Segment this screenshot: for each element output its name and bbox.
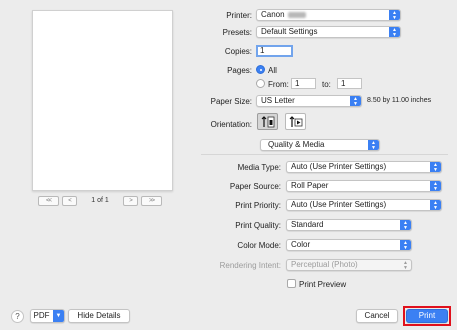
up-down-chevron-icon: ▲ ▼ — [403, 260, 408, 271]
rendering-intent-label: Rendering Intent: — [219, 261, 281, 270]
up-down-chevron-icon: ▲ ▼ — [368, 140, 379, 150]
section-divider — [201, 154, 448, 155]
hide-details-button[interactable]: Hide Details — [68, 309, 130, 323]
print-button[interactable]: Print — [406, 309, 448, 323]
section-popup[interactable]: Quality & Media ▲ ▼ — [260, 139, 380, 151]
up-down-chevron-icon: ▲ ▼ — [400, 220, 411, 230]
pages-from-label: From: — [268, 80, 289, 89]
media-type-popup[interactable]: Auto (Use Printer Settings) ▲ ▼ — [286, 161, 442, 173]
printer-model-redacted — [287, 11, 306, 18]
up-down-chevron-icon: ▲ ▼ — [430, 200, 441, 210]
paper-size-label: Paper Size: — [210, 97, 252, 106]
next-page-button[interactable]: > — [123, 195, 138, 206]
printer-popup[interactable]: Canon ▲ ▼ — [256, 9, 401, 21]
copies-field[interactable]: 1 — [256, 45, 293, 57]
print-priority-popup[interactable]: Auto (Use Printer Settings) ▲ ▼ — [286, 199, 442, 211]
last-page-button[interactable]: >> — [141, 195, 162, 206]
help-button[interactable]: ? — [11, 310, 24, 323]
printer-value: Canon — [261, 10, 285, 19]
presets-label: Presets: — [222, 28, 252, 37]
paper-size-value: US Letter — [261, 96, 295, 105]
portrait-button[interactable] — [257, 113, 278, 130]
media-type-value: Auto (Use Printer Settings) — [291, 162, 387, 171]
copies-label: Copies: — [224, 47, 252, 56]
media-type-label: Media Type: — [237, 163, 281, 172]
rendering-intent-value: Perceptual (Photo) — [291, 260, 358, 269]
up-down-chevron-icon: ▲ ▼ — [389, 10, 400, 20]
rendering-intent-popup: Perceptual (Photo) ▲ ▼ — [286, 259, 412, 271]
color-mode-popup[interactable]: Color ▲ ▼ — [286, 239, 412, 251]
section-popup-value: Quality & Media — [268, 140, 325, 149]
print-quality-popup[interactable]: Standard ▲ ▼ — [286, 219, 412, 231]
pages-range-radio[interactable] — [256, 79, 265, 88]
orientation-label: Orientation: — [210, 120, 252, 129]
pdf-menu-button[interactable]: PDF ▼ — [30, 309, 65, 323]
pages-to-label: to: — [322, 80, 331, 89]
print-priority-label: Print Priority: — [235, 201, 281, 210]
print-preview-label: Print Preview — [299, 280, 347, 289]
landscape-orientation-icon — [289, 115, 302, 127]
presets-value: Default Settings — [261, 27, 318, 36]
first-page-button[interactable]: << — [38, 195, 59, 206]
color-mode-label: Color Mode: — [237, 241, 281, 250]
up-down-chevron-icon: ▲ ▼ — [430, 181, 441, 191]
page-preview — [32, 10, 173, 191]
pages-from-field[interactable]: 1 — [291, 78, 316, 89]
pages-all-radio[interactable] — [256, 65, 265, 74]
landscape-button[interactable] — [285, 113, 306, 130]
up-down-chevron-icon: ▲ ▼ — [350, 96, 361, 106]
color-mode-value: Color — [291, 240, 311, 249]
paper-source-popup[interactable]: Roll Paper ▲ ▼ — [286, 180, 442, 192]
printer-label: Printer: — [226, 11, 252, 20]
print-quality-label: Print Quality: — [235, 221, 281, 230]
portrait-orientation-icon — [261, 115, 274, 127]
previous-page-button[interactable]: < — [62, 195, 77, 206]
print-quality-value: Standard — [291, 220, 324, 229]
pages-all-label: All — [268, 66, 277, 75]
cancel-button[interactable]: Cancel — [356, 309, 398, 323]
pages-to-field[interactable]: 1 — [337, 78, 362, 89]
paper-source-value: Roll Paper — [291, 181, 329, 190]
up-down-chevron-icon: ▲ ▼ — [400, 240, 411, 250]
page-indicator: 1 of 1 — [91, 197, 109, 204]
pages-label: Pages: — [227, 66, 252, 75]
chevron-down-icon: ▼ — [53, 310, 64, 322]
up-down-chevron-icon: ▲ ▼ — [389, 27, 400, 37]
up-down-chevron-icon: ▲ ▼ — [430, 162, 441, 172]
paper-source-label: Paper Source: — [229, 182, 281, 191]
print-preview-checkbox[interactable] — [287, 279, 296, 288]
paper-dimensions: 8.50 by 11.00 inches — [367, 97, 432, 104]
preview-navigation: << < 1 of 1 > >> — [38, 195, 162, 206]
print-priority-value: Auto (Use Printer Settings) — [291, 200, 387, 209]
paper-size-popup[interactable]: US Letter ▲ ▼ — [256, 95, 362, 107]
presets-popup[interactable]: Default Settings ▲ ▼ — [256, 26, 401, 38]
pdf-label: PDF — [33, 311, 50, 320]
